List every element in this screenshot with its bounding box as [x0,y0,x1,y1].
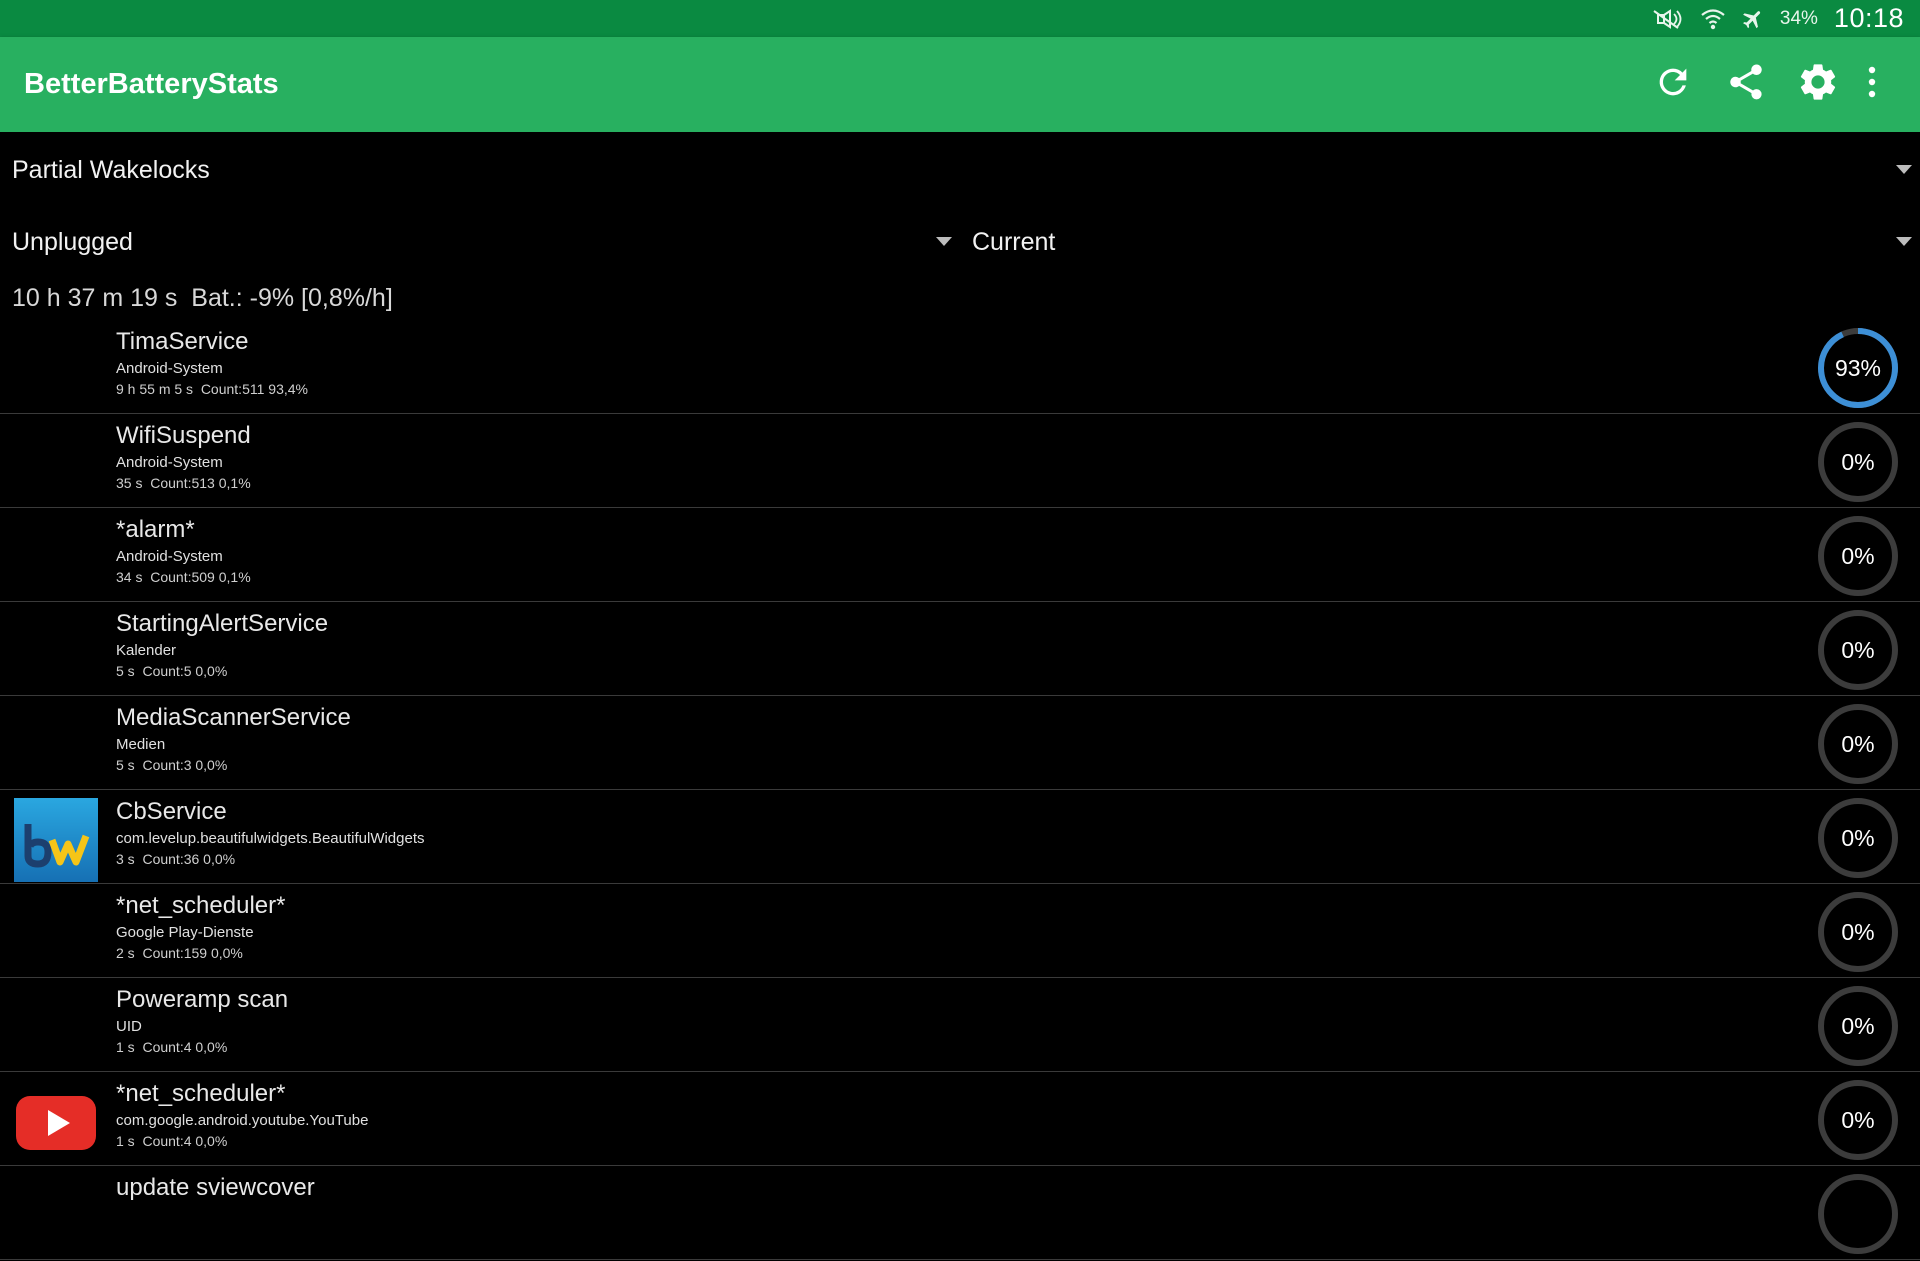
mute-icon [1652,8,1686,30]
wakelock-package: Android-System [116,360,223,377]
refresh-button[interactable] [1649,60,1697,108]
overflow-menu-icon [1866,65,1878,104]
battery-percent: 34% [1779,7,1818,29]
list-item[interactable]: *alarm* Android-System 34 s Count:509 0,… [0,508,1920,602]
percent-label: 0% [1841,731,1875,757]
wakelock-stats: 9 h 55 m 5 s Count:511 93,4% [116,381,308,397]
wakelock-stats: 3 s Count:36 0,0% [116,851,236,867]
percent-gauge: 0% [1816,890,1900,974]
percent-gauge: 0% [1816,420,1900,504]
percent-gauge: 0% [1816,1078,1900,1162]
wakelock-package: Google Play-Dienste [116,924,254,941]
wakelock-package: com.levelup.beautifulwidgets.BeautifulWi… [116,830,425,847]
app-title: BetterBatteryStats [24,68,279,100]
wifi-icon [1700,7,1726,31]
to-reference-spinner[interactable]: Current [960,212,1920,272]
wakelock-name: MediaScannerService [116,704,351,731]
wakelock-stats: 1 s Count:4 0,0% [116,1133,228,1149]
from-reference-spinner[interactable]: Unplugged [0,212,960,272]
wakelock-package: Kalender [116,642,177,659]
chevron-down-icon [936,237,952,246]
wakelock-name: update sviewcover [116,1174,315,1201]
to-reference-label: Current [972,228,1056,256]
percent-label: 0% [1841,449,1875,475]
wakelock-name: StartingAlertService [116,610,329,637]
percent-label: 0% [1841,637,1875,663]
stat-type-label: Partial Wakelocks [12,156,210,184]
list-item[interactable]: update sviewcover [0,1166,1920,1260]
chevron-down-icon [1896,165,1912,174]
wakelock-name: *alarm* [116,516,195,543]
wakelock-name: *net_scheduler* [116,892,286,919]
list-item[interactable]: Poweramp scan UID 1 s Count:4 0,0% 0% [0,978,1920,1072]
refresh-icon [1653,62,1693,107]
wakelock-name: *net_scheduler* [116,1080,286,1107]
percent-gauge: 0% [1816,702,1900,786]
wakelock-stats: 5 s Count:3 0,0% [116,757,228,773]
wakelock-list[interactable]: TimaService Android-System 9 h 55 m 5 s … [0,320,1920,1260]
stat-type-spinner[interactable]: Partial Wakelocks [0,140,1920,200]
list-item[interactable]: MediaScannerService Medien 5 s Count:3 0… [0,696,1920,790]
percent-gauge [1816,1172,1900,1256]
percent-label: 0% [1841,543,1875,569]
percent-label: 93% [1834,355,1882,381]
status-bar: 34% 10:18 [0,0,1920,37]
list-item[interactable]: CbService com.levelup.beautifulwidgets.B… [0,790,1920,884]
wakelock-name: TimaService [116,328,249,355]
wakelock-stats: 34 s Count:509 0,1% [116,569,251,585]
youtube-icon [14,1080,98,1164]
wakelock-stats: 35 s Count:513 0,1% [116,475,251,491]
list-item[interactable]: StartingAlertService Kalender 5 s Count:… [0,602,1920,696]
percent-gauge: 0% [1816,796,1900,880]
chevron-down-icon [1896,237,1912,246]
beautiful-widgets-icon [14,798,98,882]
percent-gauge: 0% [1816,514,1900,598]
list-item[interactable]: WifiSuspend Android-System 35 s Count:51… [0,414,1920,508]
wakelock-name: Poweramp scan [116,986,289,1013]
percent-label: 0% [1841,1013,1875,1039]
wakelock-name: WifiSuspend [116,422,251,449]
wakelock-name: CbService [116,798,227,825]
percent-gauge: 0% [1816,608,1900,692]
list-item[interactable]: *net_scheduler* com.google.android.youtu… [0,1072,1920,1166]
wakelock-package: Android-System [116,454,223,471]
app-toolbar: BetterBatteryStats [0,37,1920,132]
settings-button[interactable] [1794,60,1842,108]
wakelock-stats: 5 s Count:5 0,0% [116,663,228,679]
wakelock-package: UID [116,1018,142,1035]
share-button[interactable] [1722,60,1770,108]
percent-gauge: 93% [1816,326,1900,410]
settings-icon [1796,60,1840,109]
overflow-menu-button[interactable] [1848,60,1896,108]
clock: 10:18 [1833,3,1904,33]
wakelock-package: Medien [116,736,166,753]
summary-line: 10 h 37 m 19 s Bat.: -9% [0,8%/h] [12,284,393,312]
wakelock-package: com.google.android.youtube.YouTube [116,1112,369,1129]
wakelock-stats: 1 s Count:4 0,0% [116,1039,228,1055]
list-item[interactable]: TimaService Android-System 9 h 55 m 5 s … [0,320,1920,414]
list-item[interactable]: *net_scheduler* Google Play-Dienste 2 s … [0,884,1920,978]
wakelock-stats: 2 s Count:159 0,0% [116,945,243,961]
percent-gauge: 0% [1816,984,1900,1068]
percent-label: 0% [1841,919,1875,945]
airplane-icon [1740,7,1766,31]
wakelock-package: Android-System [116,548,223,565]
share-icon [1725,61,1767,108]
percent-label: 0% [1841,1107,1875,1133]
from-reference-label: Unplugged [12,228,133,256]
percent-label: 0% [1841,825,1875,851]
